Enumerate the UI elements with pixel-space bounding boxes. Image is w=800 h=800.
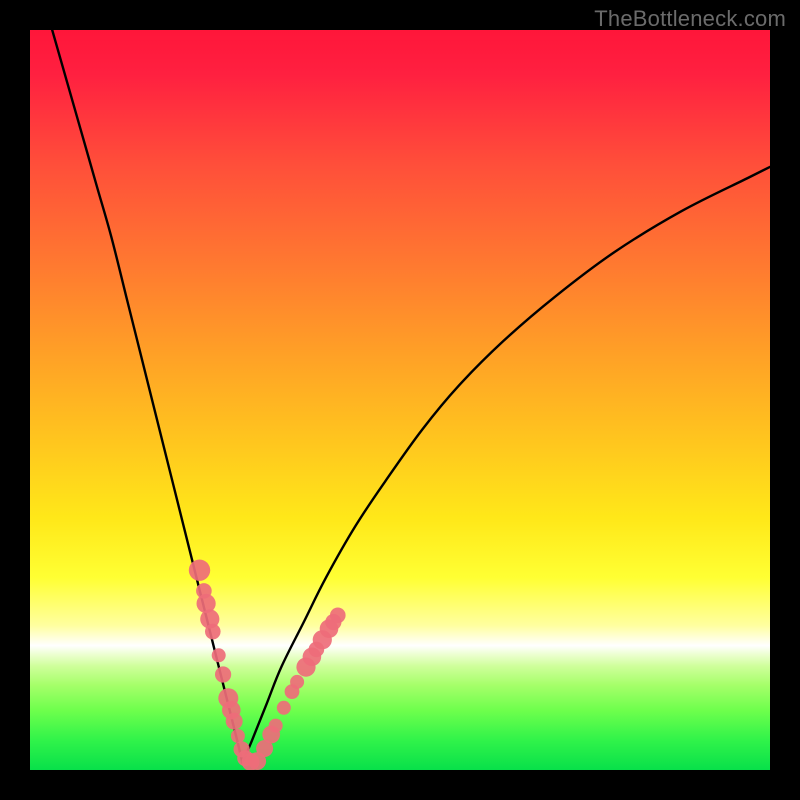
marker-point (226, 713, 243, 730)
marker-point (215, 666, 231, 682)
marker-point (189, 560, 210, 581)
watermark-text: TheBottleneck.com (594, 6, 786, 32)
marker-point (231, 729, 245, 743)
plot-frame (30, 30, 770, 770)
curve-series (52, 30, 770, 763)
marker-point (290, 675, 304, 689)
curve-right-arm (242, 167, 770, 763)
marker-point (205, 624, 221, 640)
marker-point (212, 648, 226, 662)
marker-point (330, 608, 346, 624)
marker-point (269, 719, 283, 733)
data-markers (189, 560, 346, 771)
bottleneck-chart (30, 30, 770, 770)
marker-point (277, 701, 291, 715)
